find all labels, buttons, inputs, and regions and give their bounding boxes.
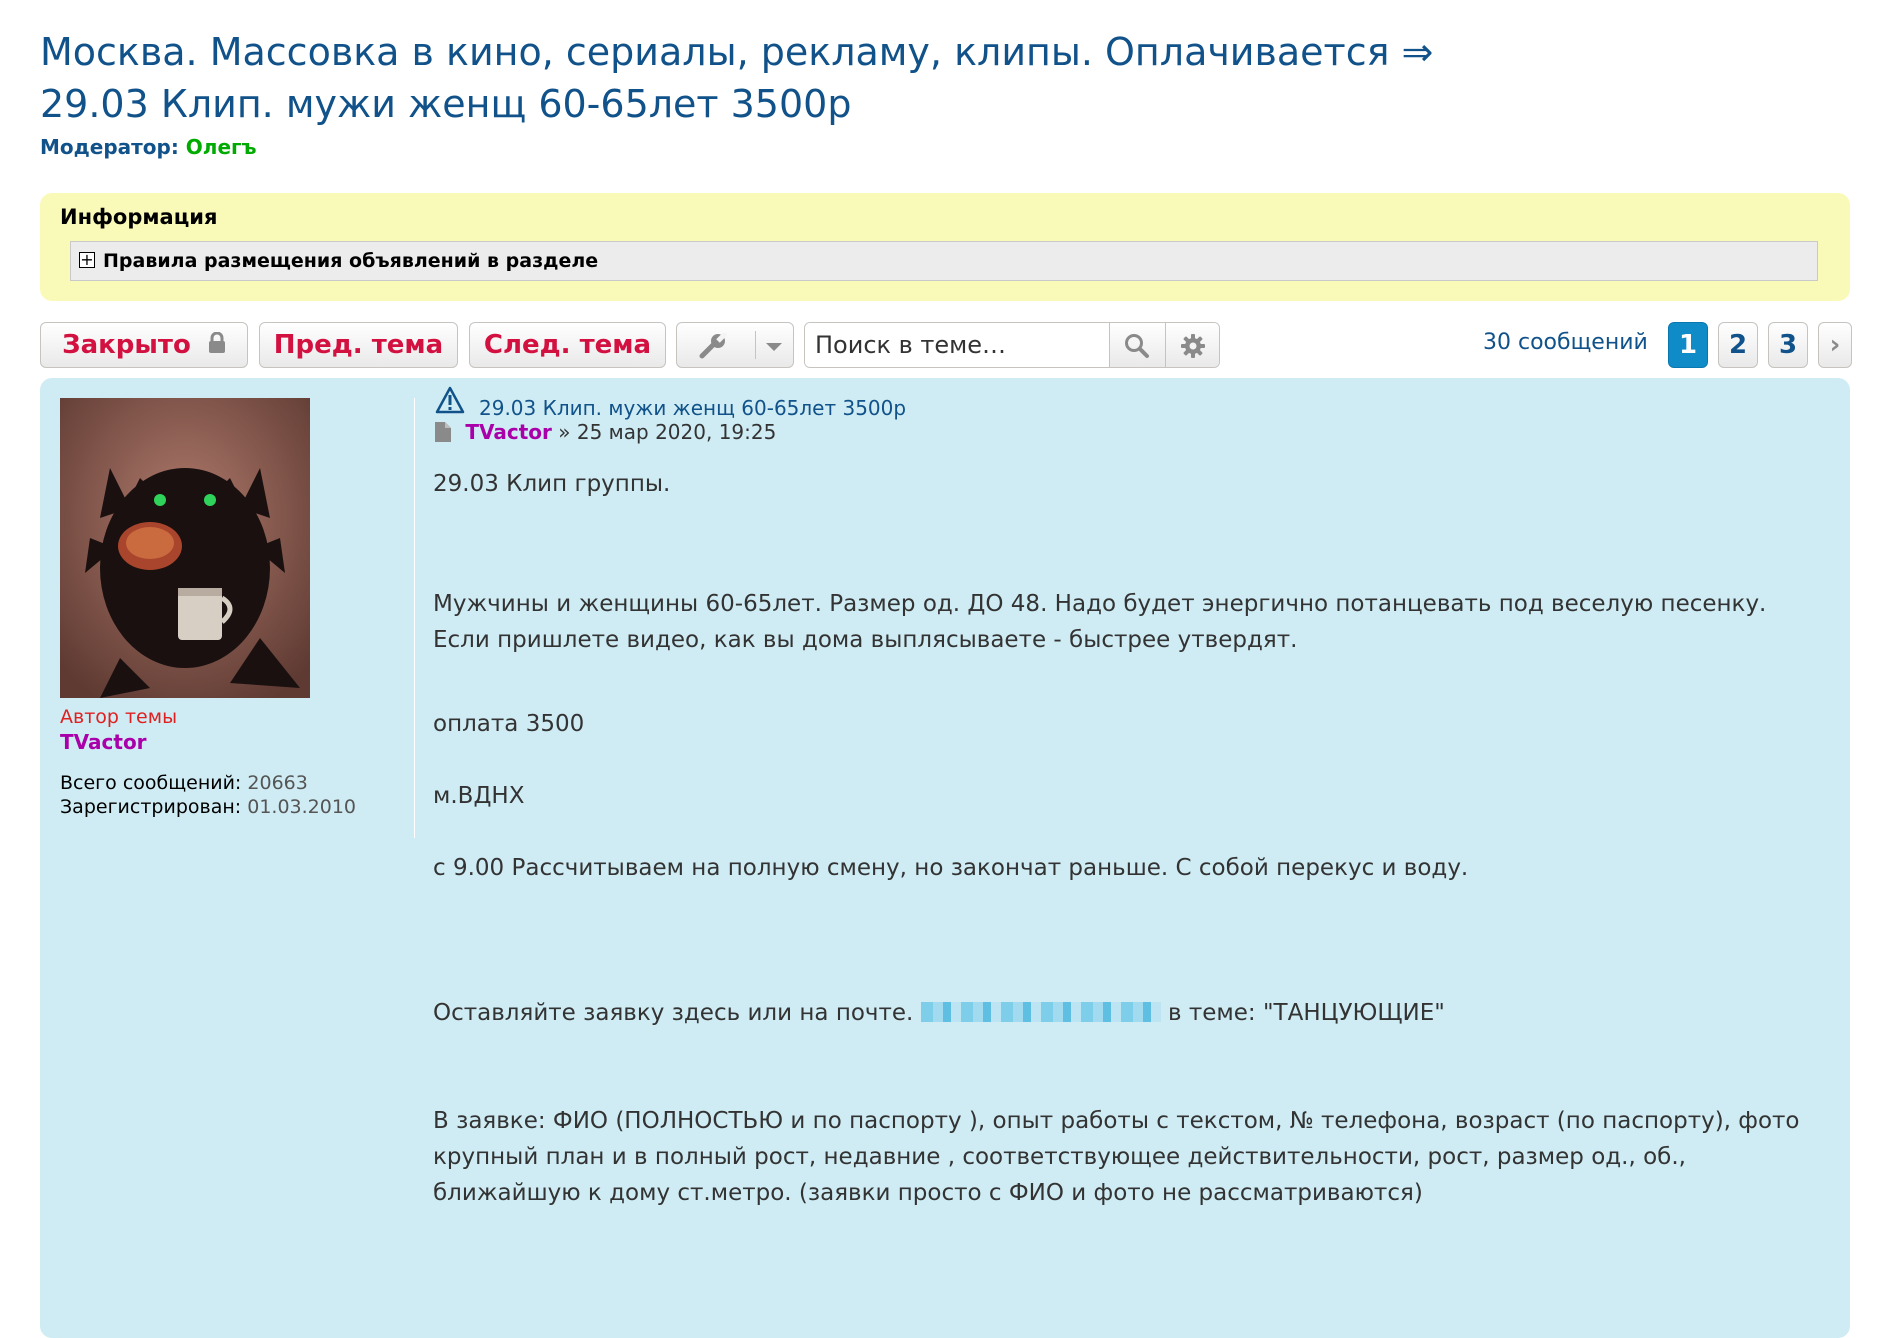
post: Автор темы TVactor Всего сообщений: 2066…: [40, 378, 1850, 1338]
post-date-separator: »: [558, 420, 571, 444]
expand-icon[interactable]: +: [79, 252, 95, 268]
wrench-icon: [699, 333, 727, 359]
rules-label[interactable]: Правила размещения объявлений в разделе: [103, 250, 598, 272]
post-paragraph-6-after: в теме: "ТАНЦУЮЩИЕ": [1168, 1000, 1445, 1026]
post-paragraph-2: Мужчины и женщины 60-65лет. Размер од. Д…: [433, 591, 1767, 653]
moderator-name-link[interactable]: Олегъ: [186, 135, 257, 159]
author-name-link[interactable]: TVactor: [60, 730, 147, 754]
avatar-image: [60, 398, 310, 698]
rules-toggle[interactable]: + Правила размещения объявлений в раздел…: [70, 241, 1818, 281]
post-icon[interactable]: [435, 421, 451, 442]
info-title: Информация: [60, 205, 218, 229]
author-role: Автор темы: [60, 706, 178, 728]
avatar[interactable]: [60, 398, 310, 698]
post-paragraph-7: В заявке: ФИО (ПОЛНОСТЬЮ и по паспорту )…: [433, 1108, 1800, 1206]
chevron-right-icon: ›: [1829, 330, 1841, 360]
topic-title[interactable]: Москва. Массовка в кино, сериалы, реклам…: [40, 26, 1540, 130]
warning-icon: [435, 386, 465, 414]
post-paragraph-3: оплата 3500: [433, 711, 585, 737]
search-box: [804, 322, 1220, 368]
post-paragraph-6-before: Оставляйте заявку здесь или на почте.: [433, 1000, 914, 1026]
post-paragraph-4: м.ВДНХ: [433, 783, 525, 809]
search-button[interactable]: [1109, 323, 1165, 367]
chevron-down-icon[interactable]: [765, 342, 783, 352]
topic-tools-button[interactable]: [676, 322, 794, 368]
post-meta: TVactor » 25 мар 2020, 19:25: [435, 420, 776, 444]
author-registered-label: Зарегистрирован:: [60, 796, 242, 818]
advanced-search-button[interactable]: [1165, 323, 1219, 367]
author-registered: Зарегистрирован: 01.03.2010: [60, 796, 356, 818]
next-topic-label: След. тема: [483, 330, 652, 360]
page-button-1[interactable]: 1: [1668, 322, 1708, 368]
page-button-3[interactable]: 3: [1768, 322, 1808, 368]
author-posts-label: Всего сообщений:: [60, 772, 242, 794]
closed-label: Закрыто: [62, 330, 191, 360]
prev-topic-button[interactable]: Пред. тема: [259, 322, 458, 368]
search-input[interactable]: [805, 323, 1125, 367]
page-button-2[interactable]: 2: [1718, 322, 1758, 368]
post-count: 30 сообщений: [1483, 330, 1648, 355]
post-divider: [414, 398, 415, 838]
author-registered-value: 01.03.2010: [247, 796, 357, 818]
info-box: Информация + Правила размещения объявлен…: [40, 193, 1850, 301]
lock-icon: [208, 331, 225, 353]
post-paragraph-6: Оставляйте заявку здесь или на почте. в …: [433, 995, 1823, 1031]
post-date: 25 мар 2020, 19:25: [576, 420, 777, 444]
topic-title-line1[interactable]: Москва. Массовка в кино, сериалы, реклам…: [40, 30, 1433, 74]
gear-icon: [1181, 334, 1205, 358]
tools-separator: [755, 331, 756, 359]
moderator-label: Модератор:: [40, 135, 179, 159]
author-posts: Всего сообщений: 20663: [60, 772, 308, 794]
post-author-link[interactable]: TVactor: [465, 420, 552, 444]
topic-title-line2[interactable]: 29.03 Клип. мужи женщ 60-65лет 3500р: [40, 82, 851, 126]
next-page-button[interactable]: ›: [1818, 322, 1852, 368]
next-topic-button[interactable]: След. тема: [469, 322, 666, 368]
moderator-line: Модератор: Олегъ: [40, 135, 257, 159]
post-title-link[interactable]: 29.03 Клип. мужи женщ 60-65лет 3500р: [479, 396, 906, 420]
blurred-email: [920, 1001, 1161, 1022]
post-paragraph-1: 29.03 Клип группы.: [433, 471, 671, 497]
search-icon: [1125, 334, 1149, 358]
prev-topic-label: Пред. тема: [273, 330, 444, 360]
author-posts-value[interactable]: 20663: [247, 772, 307, 794]
post-paragraph-5: с 9.00 Рассчитываем на полную смену, но …: [433, 855, 1469, 881]
closed-button[interactable]: Закрыто: [40, 322, 248, 368]
